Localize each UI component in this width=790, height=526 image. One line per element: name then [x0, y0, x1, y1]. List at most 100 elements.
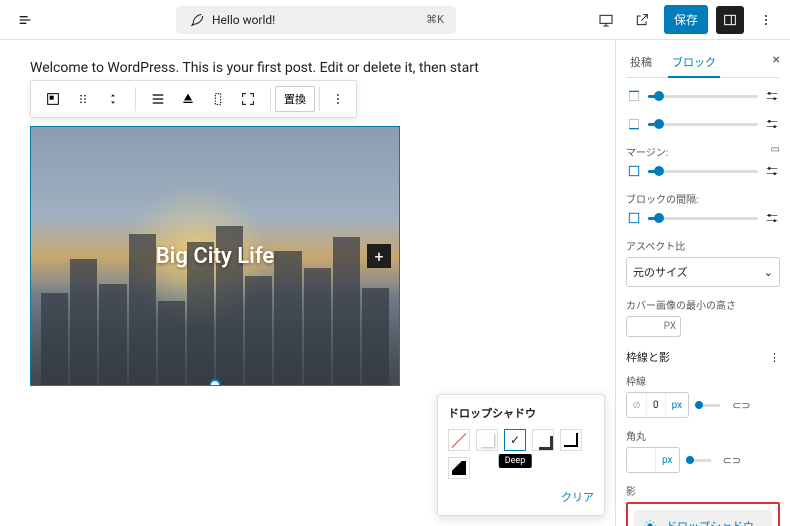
- main-area: Welcome to WordPress. This is your first…: [0, 40, 790, 526]
- sidebar-icon: [722, 12, 738, 28]
- padding-bottom-control: [626, 116, 780, 132]
- tab-block[interactable]: ブロック: [668, 48, 720, 78]
- menu-icon: [17, 12, 33, 28]
- shadow-swatch-outlined[interactable]: [560, 429, 582, 451]
- border-label: 枠線: [626, 373, 780, 388]
- view-desktop-button[interactable]: [592, 6, 620, 34]
- move-button[interactable]: [99, 85, 127, 113]
- shadow-swatch-crisp[interactable]: [448, 457, 470, 479]
- block-type-button[interactable]: [39, 85, 67, 113]
- cover-image-illustration: [31, 217, 399, 385]
- fullscreen-icon: [240, 91, 256, 107]
- save-button[interactable]: 保存: [664, 5, 708, 34]
- settings-sliders-icon[interactable]: [764, 210, 780, 226]
- command-shortcut: ⌘K: [426, 13, 444, 26]
- sidebar-close-button[interactable]: ×: [773, 52, 780, 68]
- range-slider[interactable]: [648, 123, 758, 126]
- settings-sliders-icon[interactable]: [764, 88, 780, 104]
- drop-shadow-button-label: ドロップシャドウ: [666, 518, 754, 526]
- side-top-icon: [626, 88, 642, 104]
- link-sides-icon[interactable]: ⊂⊃: [723, 454, 741, 467]
- drag-handle-button[interactable]: [69, 85, 97, 113]
- range-slider[interactable]: [648, 95, 758, 98]
- move-arrows-icon: [105, 91, 121, 107]
- editor-canvas[interactable]: Welcome to WordPress. This is your first…: [0, 40, 615, 526]
- border-width-value: 0: [647, 393, 665, 417]
- shadow-swatch-natural[interactable]: [476, 429, 498, 451]
- gap-icon: [626, 210, 642, 226]
- kebab-icon: [330, 91, 346, 107]
- fullheight-button[interactable]: [204, 85, 232, 113]
- border-style-circle-icon[interactable]: ⊘: [627, 393, 647, 417]
- border-shadow-section-header: 枠線と影 ⋮: [626, 349, 780, 365]
- padding-top-control: [626, 88, 780, 104]
- fullscreen-button[interactable]: [234, 85, 262, 113]
- radius-control-row: px ⊂⊃: [626, 447, 780, 473]
- shadow-swatch-sharp[interactable]: [532, 429, 554, 451]
- border-width-input[interactable]: ⊘ 0 px: [626, 392, 689, 418]
- section-menu-button[interactable]: ⋮: [769, 351, 780, 364]
- settings-sidebar-toggle[interactable]: [716, 6, 744, 34]
- shadow-popover: ドロップシャドウ Deep クリア: [437, 394, 605, 516]
- shadow-section-label: 影: [626, 483, 780, 498]
- sidebar-tabs: 投稿 ブロック ×: [626, 48, 780, 78]
- document-title-bar[interactable]: Hello world! ⌘K: [176, 6, 456, 34]
- cover-block[interactable]: Big City Life +: [30, 126, 400, 386]
- add-block-button[interactable]: +: [367, 244, 391, 268]
- radius-input[interactable]: px: [626, 447, 680, 473]
- aspect-ratio-select[interactable]: 元のサイズ ⌄: [626, 257, 780, 287]
- shadow-swatch-deep[interactable]: Deep: [504, 429, 526, 451]
- radius-unit[interactable]: px: [655, 448, 679, 472]
- radius-label: 角丸: [626, 428, 780, 443]
- post-intro-text[interactable]: Welcome to WordPress. This is your first…: [30, 60, 585, 76]
- resize-handle[interactable]: [209, 379, 221, 386]
- border-control-row: ⊘ 0 px ⊂⊃: [626, 392, 780, 418]
- min-height-label: カバー画像の最小の高さ: [626, 297, 780, 312]
- shadow-swatches: Deep: [448, 429, 594, 479]
- external-icon: [634, 12, 650, 28]
- shadow-swatch-none[interactable]: [448, 429, 470, 451]
- replace-media-button[interactable]: 置換: [275, 86, 315, 112]
- shadow-tooltip: Deep: [499, 454, 532, 468]
- fullheight-icon: [210, 91, 226, 107]
- border-width-unit[interactable]: px: [665, 393, 689, 417]
- cover-block-icon: [45, 91, 61, 107]
- desktop-icon: [598, 12, 614, 28]
- range-slider[interactable]: [648, 170, 758, 173]
- more-options-button[interactable]: [752, 6, 780, 34]
- radius-slider[interactable]: [686, 459, 711, 462]
- link-sides-icon[interactable]: ⊂⊃: [732, 399, 750, 412]
- cover-title-text[interactable]: Big City Life: [156, 244, 275, 269]
- menu-toggle-button[interactable]: [11, 6, 39, 34]
- settings-sliders-icon[interactable]: [764, 163, 780, 179]
- align-button[interactable]: [144, 85, 172, 113]
- margin-label: マージン: ▭: [626, 144, 780, 159]
- shadow-button-highlight: ドロップシャドウ: [626, 502, 780, 526]
- align-icon: [150, 91, 166, 107]
- side-all-icon: [626, 163, 642, 179]
- block-gap-label: ブロックの間隔:: [626, 191, 780, 206]
- settings-sidebar: 投稿 ブロック × マージン: ▭ ブロックの間隔: アスペクト比: [615, 40, 790, 526]
- border-width-slider[interactable]: [695, 404, 720, 407]
- external-link-button[interactable]: [628, 6, 656, 34]
- side-bottom-icon: [626, 116, 642, 132]
- range-slider[interactable]: [648, 217, 758, 220]
- top-bar: Hello world! ⌘K 保存: [0, 0, 790, 40]
- block-more-button[interactable]: [324, 85, 352, 113]
- shadow-clear-button[interactable]: クリア: [448, 489, 594, 505]
- document-title: Hello world!: [212, 13, 275, 27]
- tab-post[interactable]: 投稿: [626, 48, 656, 77]
- drag-icon: [75, 91, 91, 107]
- unlink-sides-icon[interactable]: ▭: [771, 144, 780, 155]
- min-height-input[interactable]: [626, 316, 681, 337]
- block-toolbar: 置換: [30, 80, 357, 118]
- position-icon: [180, 91, 196, 107]
- drop-shadow-button[interactable]: ドロップシャドウ: [634, 510, 772, 526]
- aspect-ratio-label: アスペクト比: [626, 238, 780, 253]
- chevron-down-icon: ⌄: [764, 266, 773, 279]
- feather-icon: [188, 12, 204, 28]
- shadow-popover-title: ドロップシャドウ: [448, 405, 594, 421]
- settings-sliders-icon[interactable]: [764, 116, 780, 132]
- content-position-button[interactable]: [174, 85, 202, 113]
- aspect-ratio-value: 元のサイズ: [633, 264, 688, 280]
